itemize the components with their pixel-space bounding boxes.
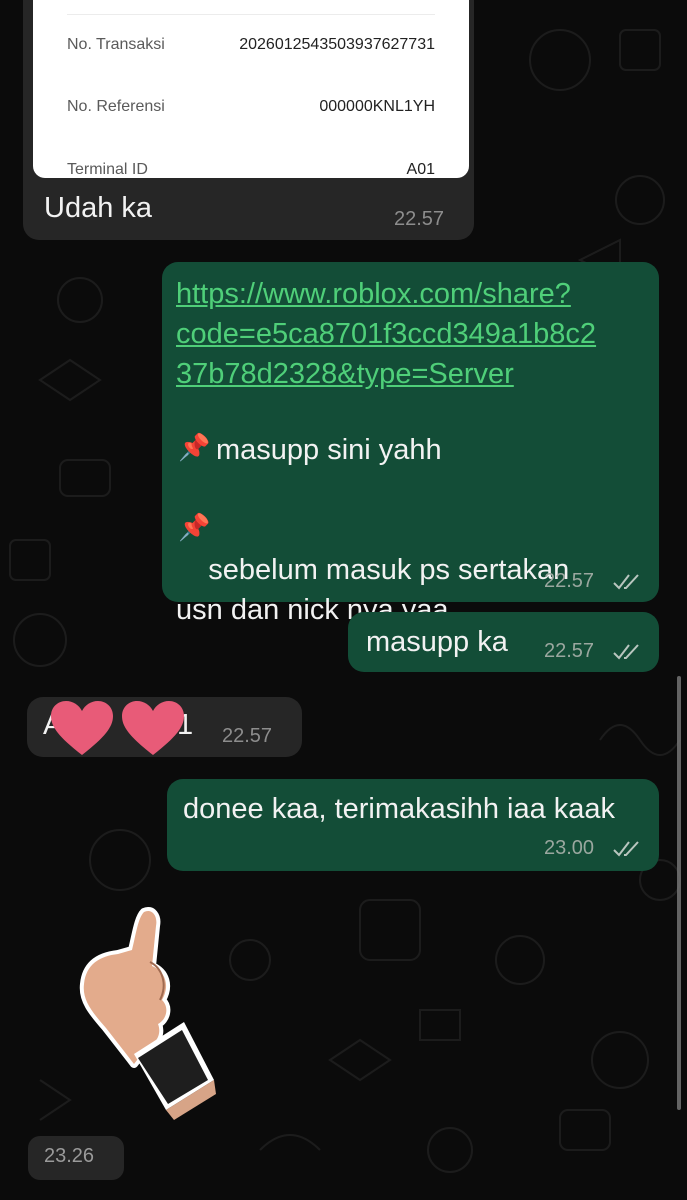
read-ticks-icon xyxy=(613,644,639,660)
link-message-bubble[interactable]: https://www.roblox.com/share? code=e5ca8… xyxy=(162,262,659,626)
heart-icon xyxy=(51,701,113,755)
message-text: masupp ka xyxy=(366,626,508,658)
receipt-label: No. Referensi xyxy=(67,98,165,115)
message-time: 23.26 xyxy=(44,1145,95,1167)
message-time: 22.57 xyxy=(544,640,595,662)
receipt-row: No. Transaksi 2026012543503937627731 xyxy=(67,36,435,66)
divider xyxy=(67,14,435,15)
receipt-value: A01 xyxy=(406,161,435,178)
read-ticks-icon xyxy=(613,841,639,857)
read-ticks-icon xyxy=(613,574,639,590)
message-time: 23.00 xyxy=(544,837,595,859)
receipt-row: Terminal ID A01 xyxy=(67,161,435,178)
receipt-label: No. Transaksi xyxy=(67,36,165,53)
outgoing-message-bubble[interactable]: donee kaa, terimakasihh iaa kaak 23.00 xyxy=(167,779,659,871)
message-text: Udah ka xyxy=(44,192,153,224)
incoming-message-bubble[interactable]: A 1 22.57 xyxy=(27,697,302,757)
message-time: 22.57 xyxy=(544,570,595,592)
message-text: donee kaa, terimakasihh iaa kaak xyxy=(183,793,616,825)
scrollbar[interactable] xyxy=(677,676,681,1110)
message-time: 22.57 xyxy=(222,725,273,747)
receipt-value: 2026012543503937627731 xyxy=(239,36,435,53)
sticker-time-badge: 23.26 xyxy=(28,1136,124,1180)
pushpin-icon: 📌 xyxy=(178,432,211,462)
message-time: 22.57 xyxy=(394,208,445,230)
roblox-share-link[interactable]: https://www.roblox.com/share? code=e5ca8… xyxy=(176,274,596,394)
message-text: masupp sini yahh xyxy=(216,434,442,466)
thumbs-up-hand-sticker[interactable] xyxy=(66,904,216,1124)
receipt-value: 000000KNL1YH xyxy=(319,98,435,115)
receipt-row: No. Referensi 000000KNL1YH xyxy=(67,98,435,128)
heart-icon xyxy=(122,701,184,755)
outgoing-message-bubble[interactable]: masupp ka 22.57 xyxy=(348,612,659,672)
receipt-label: Terminal ID xyxy=(67,161,148,178)
receipt-image[interactable]: No. Transaksi 2026012543503937627731 No.… xyxy=(33,0,469,178)
